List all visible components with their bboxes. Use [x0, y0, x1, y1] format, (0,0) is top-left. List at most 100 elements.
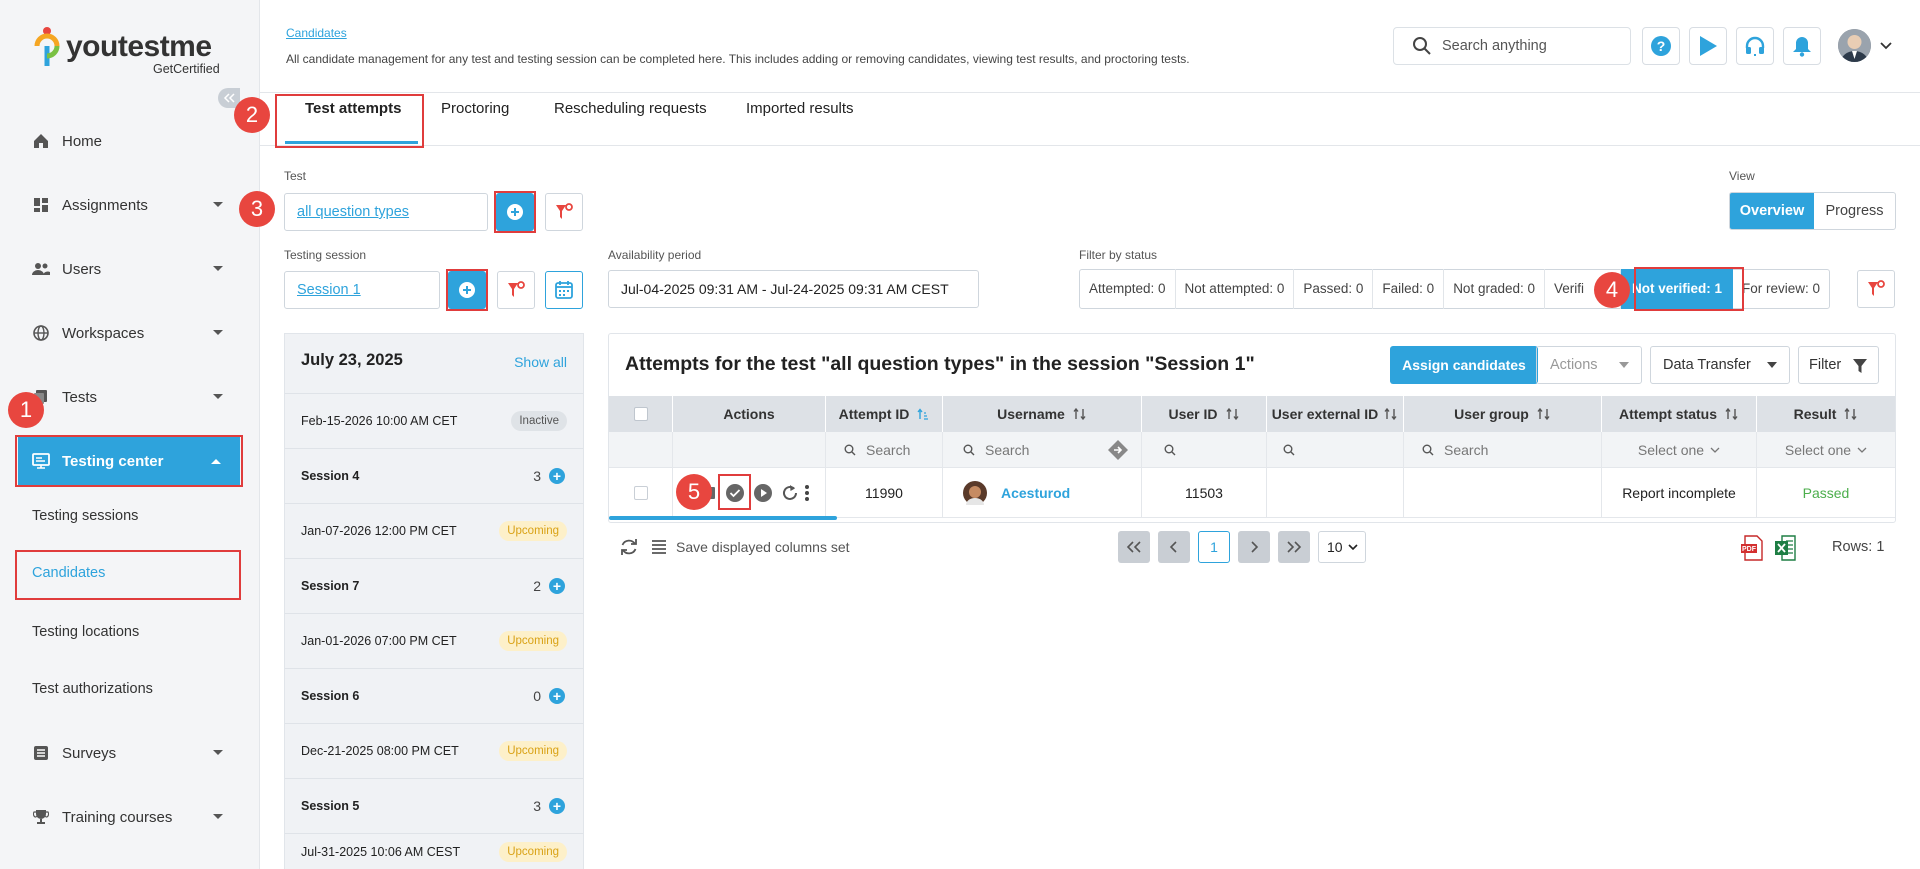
- sidebar-item-home[interactable]: Home: [18, 117, 242, 165]
- next-page-button[interactable]: [1238, 531, 1270, 563]
- column-header-username[interactable]: Username: [943, 396, 1142, 432]
- column-header-attempt-status[interactable]: Attempt status: [1602, 396, 1757, 432]
- filter-button[interactable]: Filter: [1798, 346, 1879, 384]
- add-to-session-icon[interactable]: +: [549, 578, 565, 594]
- tab-proctoring[interactable]: Proctoring: [441, 100, 509, 117]
- column-header-label: Result: [1793, 406, 1837, 422]
- breadcrumb[interactable]: Candidates: [286, 26, 347, 40]
- username-search[interactable]: Search: [943, 432, 1142, 468]
- status-badge: Upcoming: [499, 741, 567, 761]
- user-external-id-search[interactable]: [1267, 432, 1404, 468]
- show-all-link[interactable]: Show all: [514, 354, 567, 370]
- view-progress-button[interactable]: Progress: [1814, 193, 1895, 229]
- excel-export-icon[interactable]: [1774, 535, 1798, 561]
- more-options-icon[interactable]: [804, 484, 810, 502]
- notifications-button[interactable]: [1783, 27, 1821, 65]
- actions-dropdown[interactable]: Actions: [1536, 346, 1642, 384]
- sidebar-subitem-testing-locations[interactable]: Testing locations: [32, 624, 139, 640]
- clear-test-filter-button[interactable]: [545, 193, 583, 231]
- sidebar-item-training-courses[interactable]: Training courses: [18, 793, 242, 841]
- sidebar-item-assignments[interactable]: Assignments: [18, 181, 242, 229]
- status-not-attempted[interactable]: Not attempted: 0: [1176, 269, 1295, 309]
- sidebar-item-surveys[interactable]: Surveys: [18, 729, 242, 777]
- previous-page-button[interactable]: [1158, 531, 1190, 563]
- column-header-result[interactable]: Result: [1757, 396, 1895, 432]
- add-to-session-icon[interactable]: +: [549, 798, 565, 814]
- session-row[interactable]: Jan-01-2026 07:00 PM CET Upcoming: [285, 613, 583, 668]
- sidebar-item-users[interactable]: Users: [18, 245, 242, 293]
- session-row[interactable]: Session 7 2 +: [285, 558, 583, 613]
- status-failed[interactable]: Failed: 0: [1373, 269, 1445, 309]
- select-all-checkbox[interactable]: [633, 407, 648, 421]
- support-button[interactable]: [1736, 27, 1774, 65]
- add-to-session-icon[interactable]: +: [549, 468, 565, 484]
- chevron-down-icon[interactable]: [1880, 42, 1892, 50]
- last-page-button[interactable]: [1278, 531, 1310, 563]
- calendar-button[interactable]: [545, 271, 583, 309]
- avatar[interactable]: [1838, 29, 1871, 62]
- status-not-graded[interactable]: Not graded: 0: [1444, 269, 1545, 309]
- refresh-icon[interactable]: [619, 537, 639, 557]
- tab-test-attempts[interactable]: Test attempts: [305, 100, 401, 117]
- sidebar-item-testing-center[interactable]: Testing center: [18, 437, 240, 485]
- username-link[interactable]: Acesturod: [1001, 485, 1070, 501]
- status-for-review[interactable]: For review: 0: [1733, 269, 1829, 309]
- sidebar-subitem-testing-sessions[interactable]: Testing sessions: [32, 508, 138, 524]
- session-row[interactable]: Session 4 3 +: [285, 448, 583, 503]
- status-not-verified[interactable]: Not verified: 1: [1621, 269, 1734, 309]
- tab-rescheduling-requests[interactable]: Rescheduling requests: [554, 100, 707, 117]
- attempt-id-search[interactable]: Search: [826, 432, 943, 468]
- column-header-user-id[interactable]: User ID: [1142, 396, 1267, 432]
- session-row[interactable]: Feb-15-2026 10:00 AM CET Inactive: [285, 393, 583, 448]
- add-test-button[interactable]: [496, 193, 534, 231]
- column-header-attempt-id[interactable]: Attempt ID: [826, 396, 943, 432]
- add-to-session-icon[interactable]: +: [549, 688, 565, 704]
- session-row[interactable]: Jan-07-2026 12:00 PM CET Upcoming: [285, 503, 583, 558]
- column-header-user-group[interactable]: User group: [1404, 396, 1602, 432]
- column-header-user-external-id[interactable]: User external ID: [1267, 396, 1404, 432]
- tab-imported-results[interactable]: Imported results: [746, 100, 854, 117]
- attempt-status-select[interactable]: Select one: [1602, 432, 1757, 468]
- page-size-select[interactable]: 10: [1318, 531, 1366, 563]
- assign-candidates-button[interactable]: Assign candidates: [1390, 346, 1538, 384]
- status-attempted[interactable]: Attempted: 0: [1080, 269, 1176, 309]
- advanced-search-icon[interactable]: [1107, 439, 1129, 461]
- user-id-search[interactable]: [1142, 432, 1267, 468]
- session-row[interactable]: Session 5 3 +: [285, 778, 583, 833]
- row-checkbox[interactable]: [633, 486, 648, 500]
- view-overview-button[interactable]: Overview: [1730, 193, 1814, 229]
- logo[interactable]: [34, 26, 60, 70]
- add-session-button[interactable]: [448, 271, 486, 309]
- session-row[interactable]: Session 6 0 +: [285, 668, 583, 723]
- play-circle-icon[interactable]: [753, 483, 773, 503]
- reset-icon[interactable]: [780, 483, 800, 503]
- columns-list-icon[interactable]: [651, 539, 667, 555]
- play-tour-button[interactable]: [1689, 27, 1727, 65]
- verify-check-icon[interactable]: [725, 483, 745, 503]
- current-page-button[interactable]: 1: [1198, 531, 1230, 563]
- result-select[interactable]: Select one: [1757, 432, 1895, 468]
- clear-status-filter-button[interactable]: [1857, 270, 1895, 308]
- help-button[interactable]: ?: [1642, 27, 1680, 65]
- caret-down-icon: [1767, 362, 1777, 368]
- save-columns-link[interactable]: Save displayed columns set: [676, 539, 850, 555]
- sidebar-subitem-test-authorizations[interactable]: Test authorizations: [32, 681, 153, 697]
- data-transfer-dropdown[interactable]: Data Transfer: [1650, 346, 1790, 384]
- first-page-button[interactable]: [1118, 531, 1150, 563]
- global-search[interactable]: Search anything: [1393, 27, 1631, 65]
- user-group-search[interactable]: Search: [1404, 432, 1602, 468]
- status-passed[interactable]: Passed: 0: [1294, 269, 1374, 309]
- session-value[interactable]: Session 1: [297, 282, 361, 298]
- pdf-export-icon[interactable]: PDF: [1740, 535, 1764, 561]
- session-row[interactable]: Dec-21-2025 08:00 PM CET Upcoming: [285, 723, 583, 778]
- horizontal-scrollbar[interactable]: [609, 516, 837, 520]
- sidebar-item-workspaces[interactable]: Workspaces: [18, 309, 242, 357]
- sidebar-subitem-candidates[interactable]: Candidates: [32, 565, 105, 581]
- clear-session-filter-button[interactable]: [497, 271, 535, 309]
- session-row[interactable]: Jul-31-2025 10:06 AM CEST Upcoming: [285, 833, 583, 869]
- test-selector[interactable]: all question types: [284, 193, 488, 231]
- sidebar-item-tests[interactable]: Tests: [18, 373, 242, 421]
- session-selector[interactable]: Session 1: [284, 271, 440, 309]
- availability-period-field[interactable]: Jul-04-2025 09:31 AM - Jul-24-2025 09:31…: [608, 270, 979, 308]
- test-value[interactable]: all question types: [297, 204, 409, 220]
